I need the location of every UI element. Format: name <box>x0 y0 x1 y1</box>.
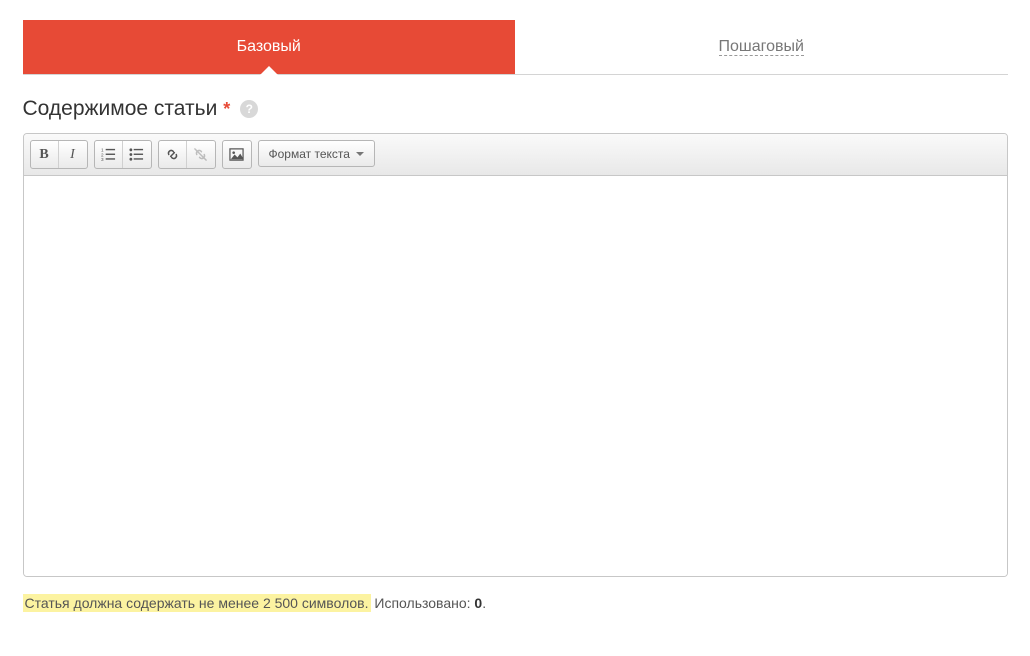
svg-text:3: 3 <box>101 157 104 162</box>
toolbar-group-image <box>222 140 252 169</box>
editor-textarea[interactable] <box>24 176 1007 576</box>
toolbar-group-links <box>158 140 216 169</box>
image-icon <box>229 147 244 162</box>
ordered-list-button[interactable]: 123 <box>95 141 123 168</box>
bold-button[interactable]: B <box>31 141 59 168</box>
link-button[interactable] <box>159 141 187 168</box>
required-mark: * <box>223 99 230 120</box>
italic-button[interactable]: I <box>59 141 87 168</box>
tab-stepbystep-label: Пошаговый <box>719 38 804 56</box>
used-period: . <box>482 595 486 611</box>
toolbar-group-lists: 123 <box>94 140 152 169</box>
tab-basic[interactable]: Базовый <box>23 20 516 74</box>
field-label: Содержимое статьи <box>23 97 218 121</box>
unlink-icon <box>193 147 208 162</box>
tab-basic-label: Базовый <box>237 38 301 55</box>
ordered-list-icon: 123 <box>101 147 116 162</box>
chevron-down-icon <box>356 152 364 156</box>
editor: B I 123 <box>23 133 1008 577</box>
tabs-container: Базовый Пошаговый <box>23 20 1008 75</box>
used-label: Использовано: <box>371 595 475 611</box>
format-dropdown-label: Формат текста <box>269 147 350 161</box>
tab-stepbystep[interactable]: Пошаговый <box>515 20 1008 74</box>
link-icon <box>165 147 180 162</box>
min-chars-message: Статья должна содержать не менее 2 500 с… <box>23 594 371 612</box>
format-dropdown[interactable]: Формат текста <box>258 140 375 167</box>
image-button[interactable] <box>223 141 251 168</box>
toolbar-group-text: B I <box>30 140 88 169</box>
char-info: Статья должна содержать не менее 2 500 с… <box>23 595 1008 611</box>
field-label-row: Содержимое статьи * ? <box>23 97 1008 121</box>
toolbar: B I 123 <box>24 134 1007 176</box>
unlink-button[interactable] <box>187 141 215 168</box>
unordered-list-icon <box>129 147 144 162</box>
unordered-list-button[interactable] <box>123 141 151 168</box>
help-icon[interactable]: ? <box>240 100 258 118</box>
